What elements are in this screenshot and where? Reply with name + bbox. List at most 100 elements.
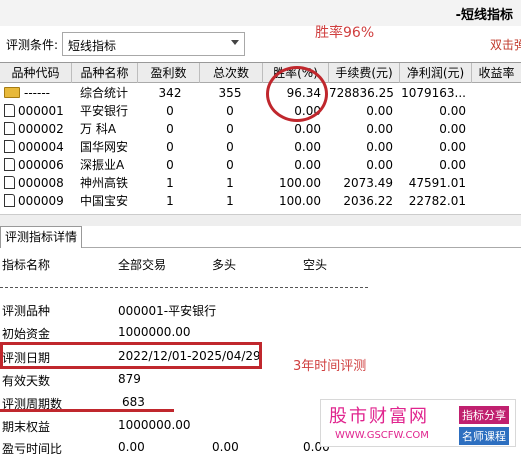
detail-header-long: 多头 <box>212 258 237 272</box>
cell-fee: 728836.25 <box>329 86 393 100</box>
cell-code: 000004 <box>18 140 64 154</box>
column-header-fee[interactable]: 手续费(元) <box>329 63 400 83</box>
column-header-profit-count[interactable]: 盈利数 <box>138 63 200 83</box>
detail-value: 1000000.00 <box>118 325 191 339</box>
file-icon <box>4 194 15 207</box>
watermark-badge-course: 名师课程 <box>459 427 509 445</box>
table-row[interactable]: 000004 国华网安 0 0 0.00 0.00 0.00 <box>0 138 521 156</box>
criteria-value: 短线指标 <box>68 39 117 53</box>
detail-value: 1000000.00 <box>118 418 191 432</box>
detail-label: 评测品种 <box>2 304 51 318</box>
cell-code: 000006 <box>18 158 64 172</box>
cell-name: 国华网安 <box>80 140 129 154</box>
file-icon <box>4 104 15 117</box>
file-icon <box>4 122 15 135</box>
file-icon <box>4 158 15 171</box>
file-icon <box>4 140 15 153</box>
watermark-url: WWW.GSCFW.COM <box>335 430 429 441</box>
cell-name: 综合统计 <box>80 86 129 100</box>
cell-profit: 342 <box>158 86 182 100</box>
table-row[interactable]: 000008 神州高铁 1 1 100.00 2073.49 47591.01 <box>0 174 521 192</box>
cell-profit: 1 <box>166 176 174 190</box>
cell-fee: 2073.49 <box>343 176 393 190</box>
detail-header-metric: 指标名称 <box>2 258 51 272</box>
detail-label: 期末权益 <box>2 420 51 434</box>
cell-net: 47591.01 <box>408 176 466 190</box>
cell-total: 1 <box>226 176 234 190</box>
cell-profit: 1 <box>166 194 174 208</box>
title-bar: -短线指标 <box>0 0 521 26</box>
period-underline <box>0 409 174 412</box>
cell-profit: 0 <box>166 122 174 136</box>
divider <box>0 287 368 288</box>
cell-net: 0.00 <box>439 158 466 172</box>
cell-total: 0 <box>226 104 234 118</box>
cell-profit: 0 <box>166 104 174 118</box>
folder-icon <box>4 87 20 98</box>
cell-winrate: 0.00 <box>294 122 321 136</box>
cell-name: 中国宝安 <box>80 194 129 208</box>
table-row[interactable]: 000002 万 科A 0 0 0.00 0.00 0.00 <box>0 120 521 138</box>
cell-profit: 0 <box>166 140 174 154</box>
table-row[interactable]: 000001 平安银行 0 0 0.00 0.00 0.00 <box>0 102 521 120</box>
horizontal-scrollbar[interactable] <box>0 214 521 226</box>
detail-value: 683 <box>122 395 145 409</box>
cell-winrate: 0.00 <box>294 140 321 154</box>
cell-net: 22782.01 <box>408 194 466 208</box>
table-row[interactable]: ------ 综合统计 342 355 96.34 728836.25 1079… <box>0 84 521 102</box>
detail-label: 有效天数 <box>2 374 51 388</box>
column-header-code[interactable]: 品种代码 <box>0 63 72 83</box>
table-row[interactable]: 000006 深振业A 0 0 0.00 0.00 0.00 <box>0 156 521 174</box>
cell-fee: 0.00 <box>366 122 393 136</box>
cell-fee: 2036.22 <box>343 194 393 208</box>
detail-label: 初始资金 <box>2 327 51 341</box>
detail-label: 盈亏时间比 <box>2 442 63 454</box>
winrate-highlight-circle <box>266 66 328 122</box>
criteria-row: 评测条件: 短线指标 双击弹 <box>0 30 521 58</box>
cell-winrate: 100.00 <box>279 176 321 190</box>
cell-code: 000002 <box>18 122 64 136</box>
tab-evaluation-details[interactable]: 评测指标详情 <box>0 226 83 248</box>
criteria-label: 评测条件: <box>6 38 59 52</box>
watermark-title: 股市财富网 <box>329 406 429 427</box>
window-title: -短线指标 <box>455 8 513 23</box>
double-click-hint: 双击弹 <box>490 38 521 52</box>
detail-value: 000001-平安银行 <box>118 304 217 318</box>
cell-name: 深振业A <box>80 158 125 172</box>
chevron-down-icon[interactable] <box>231 40 239 45</box>
detail-value: 0.00 <box>118 440 145 454</box>
cell-total: 355 <box>218 86 242 100</box>
cell-code: 000009 <box>18 194 64 208</box>
results-table: 品种代码 品种名称 盈利数 总次数 胜率(%) 手续费(元) 净利润(元) 收益… <box>0 62 521 220</box>
table-row[interactable]: 000009 中国宝安 1 1 100.00 2036.22 22782.01 <box>0 192 521 210</box>
watermark-logo: 股市财富网 WWW.GSCFW.COM 指标分享 名师课程 <box>320 399 516 447</box>
cell-net: 0.00 <box>439 140 466 154</box>
cell-fee: 0.00 <box>366 158 393 172</box>
cell-total: 0 <box>226 122 234 136</box>
column-header-return-rate[interactable]: 收益率 <box>472 63 521 83</box>
table-header: 品种代码 品种名称 盈利数 总次数 胜率(%) 手续费(元) 净利润(元) 收益… <box>0 63 521 83</box>
cell-code: 000001 <box>18 104 64 118</box>
detail-header-short: 空头 <box>303 258 328 272</box>
column-header-total-count[interactable]: 总次数 <box>200 63 263 83</box>
annotation-3yr: 3年时间评测 <box>293 359 367 374</box>
cell-total: 0 <box>226 158 234 172</box>
date-highlight-box <box>0 342 262 369</box>
cell-total: 0 <box>226 140 234 154</box>
cell-net: 0.00 <box>439 122 466 136</box>
detail-value-long: 0.00 <box>212 440 239 454</box>
detail-header-all: 全部交易 <box>118 258 167 272</box>
file-icon <box>4 176 15 189</box>
cell-code: 000008 <box>18 176 64 190</box>
cell-profit: 0 <box>166 158 174 172</box>
detail-header: 指标名称 全部交易 多头 空头 <box>0 256 521 274</box>
cell-net: 0.00 <box>439 104 466 118</box>
criteria-dropdown[interactable]: 短线指标 <box>62 32 245 56</box>
cell-fee: 0.00 <box>366 104 393 118</box>
detail-value: 879 <box>118 372 141 386</box>
column-header-name[interactable]: 品种名称 <box>72 63 138 83</box>
cell-total: 1 <box>226 194 234 208</box>
column-header-net-profit[interactable]: 净利润(元) <box>400 63 472 83</box>
cell-name: 神州高铁 <box>80 176 129 190</box>
cell-name: 平安银行 <box>80 104 129 118</box>
